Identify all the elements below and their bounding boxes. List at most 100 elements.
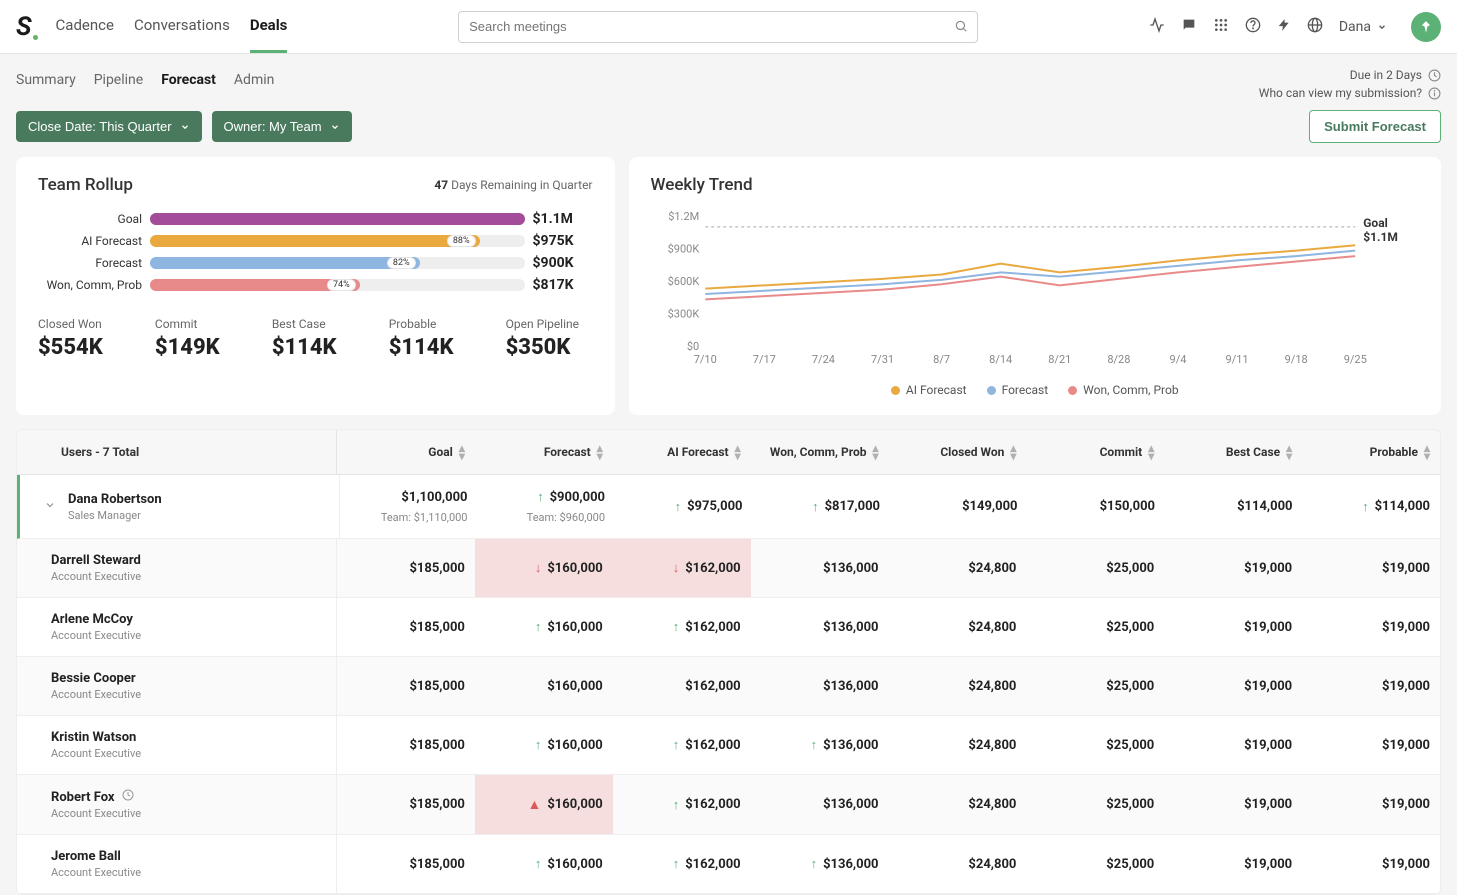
subnav-summary[interactable]: Summary (16, 68, 76, 92)
data-cell: ↑$136,000 (751, 835, 889, 893)
clock-icon (1428, 69, 1441, 82)
table-row[interactable]: Robert Fox Account Executive$185,000▲$16… (17, 775, 1440, 835)
topbar: S Cadence Conversations Deals Dana (0, 0, 1457, 54)
subnav-admin[interactable]: Admin (234, 68, 274, 92)
topnav-cadence[interactable]: Cadence (56, 0, 114, 53)
column-header[interactable]: Best Case▴▾ (1164, 430, 1302, 474)
stat: Probable$114K (389, 317, 476, 360)
svg-text:9/25: 9/25 (1343, 353, 1366, 366)
globe-icon[interactable] (1307, 17, 1323, 37)
svg-text:$1.2M: $1.2M (668, 211, 699, 223)
data-cell: $136,000 (751, 539, 889, 597)
table-row[interactable]: Jerome BallAccount Executive$185,000↑$16… (17, 835, 1440, 894)
svg-text:7/10: 7/10 (693, 353, 716, 366)
stat-value: $114K (272, 335, 359, 360)
user-name: Dana (1339, 19, 1371, 35)
top-nav: Cadence Conversations Deals (56, 0, 288, 53)
legend-dot-icon (987, 386, 996, 395)
rollup-label: Goal (38, 212, 142, 226)
user-role: Account Executive (51, 629, 141, 642)
subnav-row: Summary Pipeline Forecast Admin Due in 2 Da… (0, 54, 1457, 106)
who-can-view[interactable]: Who can view my submission? (1259, 86, 1441, 100)
data-cell: $19,000 (1302, 598, 1440, 656)
launch-button[interactable] (1411, 12, 1441, 42)
table-row[interactable]: Bessie CooperAccount Executive$185,000$1… (17, 657, 1440, 716)
user-role: Account Executive (51, 688, 141, 701)
user-cell: Dana RobertsonSales Manager (20, 475, 340, 538)
data-cell: $24,800 (889, 835, 1027, 893)
data-cell: $185,000 (337, 539, 475, 597)
stat-label: Best Case (272, 317, 359, 331)
topnav-conversations[interactable]: Conversations (134, 0, 230, 53)
column-header[interactable]: Commit▴▾ (1026, 430, 1164, 474)
chat-icon[interactable] (1181, 17, 1197, 37)
table-row[interactable]: Kristin WatsonAccount Executive$185,000↑… (17, 716, 1440, 775)
stat-label: Closed Won (38, 317, 125, 331)
filters-row: Close Date: This Quarter Owner: My Team … (0, 106, 1457, 157)
subnav-pipeline[interactable]: Pipeline (94, 68, 144, 92)
data-cell: $24,800 (889, 775, 1027, 834)
help-icon[interactable] (1245, 17, 1261, 37)
legend-item: Won, Comm, Prob (1068, 383, 1178, 397)
column-header[interactable]: Goal▴▾ (337, 430, 475, 474)
chevron-down-icon (180, 122, 190, 132)
table-row[interactable]: Arlene McCoyAccount Executive$185,000↑$1… (17, 598, 1440, 657)
table-row[interactable]: Dana RobertsonSales Manager$1,100,000Tea… (17, 475, 1440, 539)
arrow-up-icon: ↑ (535, 856, 542, 872)
user-name: Darrell Steward (51, 553, 141, 568)
table-row[interactable]: Darrell StewardAccount Executive$185,000… (17, 539, 1440, 598)
svg-text:Goal: Goal (1363, 216, 1388, 230)
arrow-up-icon: ↑ (673, 856, 680, 872)
data-cell: ↑$817,000 (753, 475, 891, 538)
activity-icon[interactable] (1149, 17, 1165, 37)
chevron-down-icon (330, 122, 340, 132)
user-name: Robert Fox (51, 789, 141, 805)
arrow-up-icon: ↑ (1362, 499, 1369, 515)
user-name: Arlene McCoy (51, 612, 141, 627)
data-cell: $185,000 (337, 716, 475, 774)
search-icon[interactable] (954, 19, 968, 37)
data-cell: $19,000 (1164, 539, 1302, 597)
data-cell: $136,000 (751, 775, 889, 834)
arrow-up-icon: ↑ (673, 797, 680, 813)
sort-icon: ▴▾ (597, 444, 603, 460)
user-menu[interactable]: Dana (1339, 19, 1387, 35)
column-header[interactable]: Closed Won▴▾ (889, 430, 1027, 474)
chevron-down-icon[interactable] (44, 499, 56, 515)
pct-badge: 88% (447, 235, 476, 247)
column-header[interactable]: Probable▴▾ (1302, 430, 1440, 474)
column-header[interactable]: Forecast▴▾ (475, 430, 613, 474)
user-role: Account Executive (51, 807, 141, 820)
svg-text:$600K: $600K (667, 275, 699, 288)
column-header[interactable]: Won, Comm, Prob▴▾ (751, 430, 889, 474)
column-header[interactable]: AI Forecast▴▾ (613, 430, 751, 474)
data-cell: ↓$160,000 (475, 539, 613, 597)
user-name: Dana Robertson (68, 492, 162, 507)
column-header[interactable]: Users - 7 Total (17, 430, 337, 474)
filter-owner[interactable]: Owner: My Team (212, 111, 352, 142)
svg-text:7/17: 7/17 (752, 353, 775, 366)
apps-icon[interactable] (1213, 17, 1229, 37)
submit-forecast-button[interactable]: Submit Forecast (1309, 110, 1441, 143)
user-role: Account Executive (51, 866, 141, 879)
filter-close-date[interactable]: Close Date: This Quarter (16, 111, 202, 142)
bolt-icon[interactable] (1277, 17, 1291, 37)
clock-icon (122, 790, 134, 805)
sort-icon: ▴▾ (1286, 444, 1292, 460)
subnav-meta: Due in 2 Days Who can view my submission… (1259, 68, 1441, 100)
data-cell: $25,000 (1026, 775, 1164, 834)
data-cell: $25,000 (1026, 539, 1164, 597)
search-input[interactable] (458, 11, 978, 43)
subnav-forecast[interactable]: Forecast (161, 68, 216, 92)
table-header: Users - 7 TotalGoal▴▾Forecast▴▾AI Foreca… (17, 430, 1440, 475)
logo[interactable]: S (16, 12, 36, 42)
stat-value: $554K (38, 335, 125, 360)
data-cell: $19,000 (1302, 657, 1440, 715)
svg-text:9/11: 9/11 (1225, 353, 1248, 366)
stat: Closed Won $554K (38, 317, 125, 360)
data-cell: ↑$160,000 (475, 716, 613, 774)
arrow-down-icon: ↓ (535, 560, 542, 576)
topnav-deals[interactable]: Deals (250, 0, 288, 53)
svg-text:7/31: 7/31 (870, 353, 893, 366)
data-cell: $160,000 (475, 657, 613, 715)
